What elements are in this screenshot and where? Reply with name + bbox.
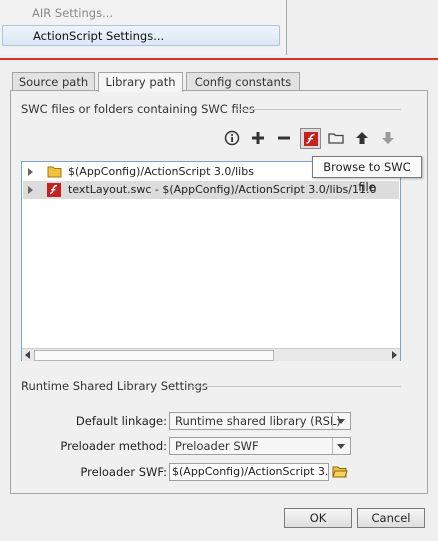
preloader-method-select[interactable]: Preloader SWF <box>169 437 351 455</box>
library-section-title: SWC files or folders containing SWC file… <box>21 102 255 116</box>
scroll-right-icon[interactable] <box>392 351 397 359</box>
preloader-method-value: Preloader SWF <box>175 439 259 453</box>
expand-arrow-icon[interactable] <box>28 168 33 176</box>
info-icon[interactable] <box>223 129 241 147</box>
remove-icon[interactable] <box>275 129 293 147</box>
list-item-label: textLayout.swc - $(AppConfig)/ActionScri… <box>68 183 377 196</box>
preloader-method-label: Preloader method: <box>60 439 167 453</box>
tab-library-path[interactable]: Library path <box>98 72 183 92</box>
preloader-swf-input[interactable]: $(AppConfig)/ActionScript 3.0/rs <box>169 463 329 481</box>
rsl-section-title: Runtime Shared Library Settings <box>21 379 208 393</box>
list-item-label: $(AppConfig)/ActionScript 3.0/libs <box>68 165 254 178</box>
accent-divider <box>0 58 438 60</box>
tab-source-path[interactable]: Source path <box>12 72 95 91</box>
menu-item-actionscript-settings[interactable]: ActionScript Settings... <box>2 25 280 46</box>
chevron-down-icon[interactable] <box>332 438 350 454</box>
menu-item-air-settings[interactable]: AIR Settings... <box>2 3 280 24</box>
move-down-icon[interactable] <box>379 129 397 147</box>
swc-file-icon <box>47 183 63 197</box>
tooltip: Browse to SWC file <box>312 156 422 194</box>
tab-config-constants[interactable]: Config constants <box>186 72 300 91</box>
default-linkage-value: Runtime shared library (RSL) <box>175 414 341 428</box>
settings-menu: AIR Settings... ActionScript Settings... <box>0 0 287 55</box>
swc-file-icon[interactable] <box>300 128 321 149</box>
default-linkage-select[interactable]: Runtime shared library (RSL) <box>169 412 351 430</box>
folder-icon[interactable] <box>332 463 348 479</box>
cancel-button[interactable]: Cancel <box>357 508 425 528</box>
section-divider <box>190 386 401 387</box>
scroll-left-icon[interactable] <box>25 351 30 359</box>
add-icon[interactable] <box>249 129 267 147</box>
expand-arrow-icon[interactable] <box>28 186 33 194</box>
swc-path-list[interactable]: $(AppConfig)/ActionScript 3.0/libs textL… <box>21 161 401 361</box>
ok-button[interactable]: OK <box>284 508 352 528</box>
scrollbar-thumb[interactable] <box>34 350 274 361</box>
preloader-swf-label: Preloader SWF: <box>80 465 167 479</box>
move-up-icon[interactable] <box>353 129 371 147</box>
default-linkage-label: Default linkage: <box>75 414 167 428</box>
folder-icon <box>47 165 63 179</box>
horizontal-scrollbar[interactable] <box>22 348 400 361</box>
chevron-down-icon[interactable] <box>332 413 350 429</box>
list-item[interactable]: textLayout.swc - $(AppConfig)/ActionScri… <box>23 181 399 199</box>
section-divider <box>236 109 401 110</box>
folder-icon[interactable] <box>327 129 345 147</box>
